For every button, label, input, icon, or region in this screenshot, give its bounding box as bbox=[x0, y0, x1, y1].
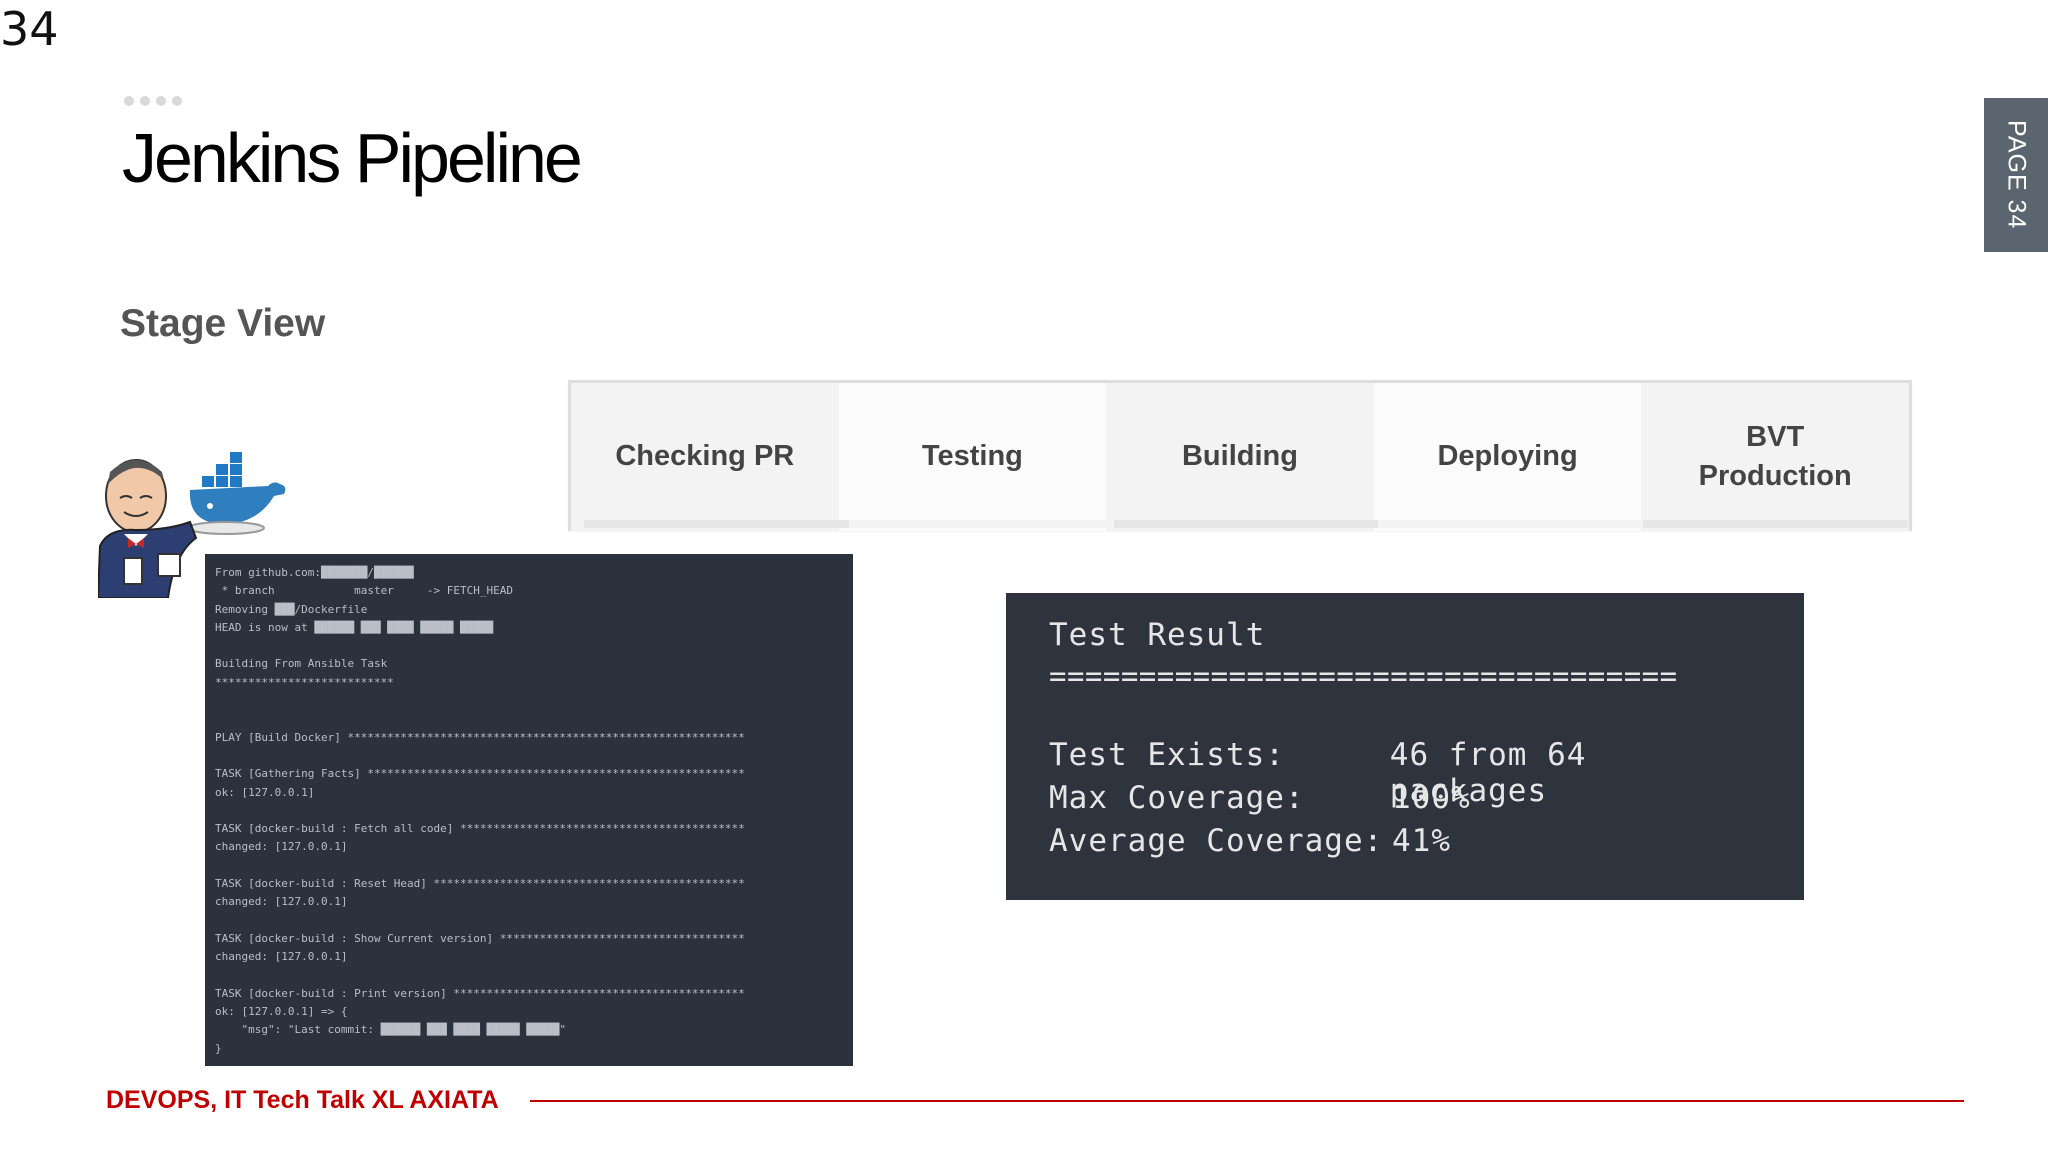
page-tab-label: PAGE 34 bbox=[2002, 120, 2031, 230]
test-result-separator: =================================== bbox=[1049, 659, 1678, 693]
console-log-line: * branch master -> FETCH_HEAD bbox=[215, 584, 514, 598]
stage-deploying: Deploying bbox=[1373, 383, 1642, 531]
console-log-panel: From github.com:███████/██████ * branch … bbox=[205, 554, 853, 1066]
console-log-line: changed: [127.0.0.1] bbox=[215, 840, 348, 854]
test-result-value: 46 from 64 packages bbox=[1389, 737, 1587, 809]
console-log-line bbox=[215, 802, 843, 820]
page-title: Jenkins Pipeline bbox=[122, 119, 583, 197]
strip-segment bbox=[1378, 520, 1644, 528]
stage-view-bottom-strip bbox=[584, 520, 1908, 528]
console-log-line: TASK [Gathering Facts] *****************… bbox=[215, 767, 745, 781]
test-result-row: Test Exists: 46 from 64 packages bbox=[1049, 737, 1761, 809]
docker-whale-icon bbox=[187, 452, 286, 535]
stage-building: Building bbox=[1181, 440, 1298, 473]
dot bbox=[124, 96, 134, 106]
page-tab: PAGE 34 bbox=[1984, 98, 2048, 252]
strip-segment bbox=[1113, 520, 1379, 528]
console-log-line: TASK [docker-build : Reset Head] *******… bbox=[215, 877, 745, 891]
stage-testing: Testing bbox=[838, 383, 1107, 531]
console-log-line: ok: [127.0.0.1] => { bbox=[215, 1005, 348, 1019]
console-log-line bbox=[215, 912, 843, 930]
test-result-value: 41% bbox=[1392, 823, 1451, 859]
console-log-line: *************************** bbox=[215, 675, 394, 689]
test-result-label: Average Coverage: bbox=[1049, 823, 1384, 859]
console-log-line bbox=[215, 692, 843, 710]
stage-view-table: Checking PR Testing Building Deploying B… bbox=[568, 380, 1912, 531]
dot bbox=[156, 96, 166, 106]
console-log-line: changed: [127.0.0.1] bbox=[215, 950, 348, 964]
console-log-line: "msg": "Last commit: ██████ ███ ████ ███… bbox=[215, 1023, 566, 1037]
console-log-line: TASK [docker-build : Print version] ****… bbox=[215, 986, 745, 1000]
console-log-line bbox=[215, 710, 843, 728]
console-log-line: Removing ███/Dockerfile bbox=[215, 602, 368, 616]
test-result-panel: Test Result ============================… bbox=[1006, 593, 1804, 900]
test-result-title: Test Result bbox=[1049, 617, 1266, 653]
console-log-line: changed: [127.0.0.1] bbox=[215, 895, 348, 909]
test-result-row: Average Coverage: 41% bbox=[1049, 823, 1761, 866]
test-result-label: Test Exists: bbox=[1049, 737, 1285, 773]
console-log-line: Building From Ansible Task bbox=[215, 657, 388, 671]
footer-divider bbox=[530, 1100, 1964, 1102]
strip-segment bbox=[1643, 520, 1908, 528]
console-log-line: ok: [127.0.0.1] bbox=[215, 785, 315, 799]
console-log-line: TASK [docker-build : Show Current versio… bbox=[215, 931, 745, 945]
strip-segment bbox=[848, 520, 1114, 528]
stage-view-heading: Stage View bbox=[120, 302, 326, 345]
jenkins-butler-icon bbox=[98, 459, 198, 598]
console-log-line: } bbox=[215, 1041, 222, 1055]
console-log-line bbox=[215, 967, 843, 985]
test-result-value: 100% bbox=[1392, 780, 1471, 816]
stage-checking-pr: Checking PR bbox=[615, 440, 795, 473]
console-log-line: HEAD is now at ██████ ███ ████ █████ ███… bbox=[215, 620, 494, 634]
footer-text: DEVOPS, IT Tech Talk XL AXIATA bbox=[106, 1086, 499, 1114]
test-result-label: Max Coverage: bbox=[1049, 780, 1305, 816]
console-log-line bbox=[215, 637, 843, 655]
console-log-line bbox=[215, 747, 843, 765]
dot bbox=[140, 96, 150, 106]
console-log-line: PLAY [Build Docker] ********************… bbox=[215, 730, 745, 744]
console-log-line: From github.com:███████/██████ bbox=[215, 566, 414, 579]
console-log-line: TASK [docker-build : Fetch all code] ***… bbox=[215, 822, 745, 836]
stage-bvt-production: BVT Production bbox=[1698, 420, 1852, 492]
test-result-row: Max Coverage: 100% bbox=[1049, 780, 1761, 823]
console-log-line bbox=[215, 857, 843, 875]
decorative-dots bbox=[124, 96, 182, 106]
strip-segment bbox=[584, 520, 849, 528]
slide-number: 34 bbox=[0, 2, 59, 56]
dot bbox=[172, 96, 182, 106]
